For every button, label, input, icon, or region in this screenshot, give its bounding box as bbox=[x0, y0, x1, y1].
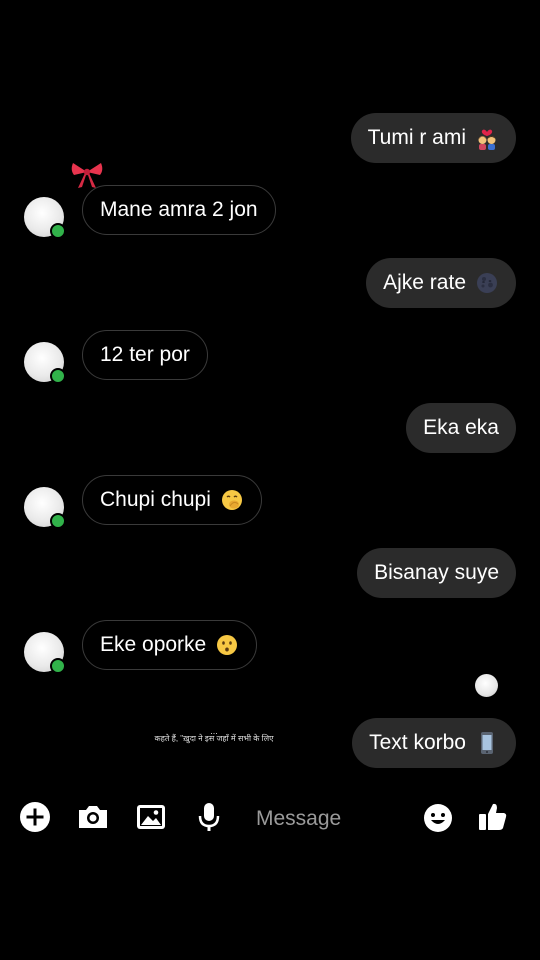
emoji-icon[interactable] bbox=[421, 800, 455, 834]
chat-screen: Tumi r ami Mane amra 2 jon Ajke rate 12 … bbox=[0, 0, 540, 960]
message-text: Ajke rate bbox=[383, 271, 466, 294]
camera-icon[interactable] bbox=[76, 800, 110, 834]
message-bubble-outgoing[interactable]: Tumi r ami bbox=[350, 113, 516, 163]
avatar[interactable] bbox=[24, 342, 66, 384]
online-status-dot bbox=[50, 368, 66, 384]
message-bubble-outgoing[interactable]: Bisanay suye bbox=[357, 548, 516, 598]
message-bubble-incoming[interactable]: 12 ter por bbox=[82, 330, 208, 380]
message-text: Text korbo bbox=[369, 731, 466, 754]
message-text: Eka eka bbox=[423, 416, 499, 439]
mobile-phone-emoji-icon bbox=[475, 731, 499, 755]
message-composer bbox=[0, 790, 540, 846]
message-bubble-incoming[interactable]: Chupi chupi bbox=[82, 475, 262, 525]
watermark-text: ... कहते हैं, "ख़ुदा ने इस जहाँ में सभी … bbox=[146, 727, 282, 744]
message-bubble-outgoing[interactable]: Text korbo bbox=[352, 718, 516, 768]
avatar[interactable] bbox=[24, 632, 66, 674]
couple-with-heart-emoji-icon bbox=[475, 126, 499, 150]
message-text: Chupi chupi bbox=[100, 488, 211, 511]
new-moon-face-emoji-icon bbox=[475, 271, 499, 295]
seen-avatar-indicator bbox=[475, 674, 498, 697]
face-with-hand-over-mouth-emoji-icon bbox=[220, 488, 244, 512]
message-input[interactable] bbox=[256, 804, 406, 834]
online-status-dot bbox=[50, 658, 66, 674]
online-status-dot bbox=[50, 513, 66, 529]
plus-icon[interactable] bbox=[18, 800, 52, 834]
message-text: 12 ter por bbox=[100, 343, 190, 366]
gallery-icon[interactable] bbox=[134, 800, 168, 834]
hushed-face-emoji-icon bbox=[215, 633, 239, 657]
message-text: Eke oporke bbox=[100, 633, 207, 656]
message-bubble-outgoing[interactable]: Eka eka bbox=[406, 403, 516, 453]
message-bubble-outgoing[interactable]: Ajke rate bbox=[366, 258, 516, 308]
online-status-dot bbox=[50, 223, 66, 239]
avatar[interactable] bbox=[24, 487, 66, 529]
message-text: Mane amra 2 jon bbox=[100, 198, 258, 221]
thumbs-up-icon[interactable] bbox=[476, 800, 510, 834]
avatar[interactable] bbox=[24, 197, 66, 239]
microphone-icon[interactable] bbox=[192, 800, 226, 834]
message-bubble-incoming[interactable]: Mane amra 2 jon bbox=[82, 185, 276, 235]
message-text: Tumi r ami bbox=[367, 126, 466, 149]
message-text: Bisanay suye bbox=[374, 561, 499, 584]
message-bubble-incoming[interactable]: Eke oporke bbox=[82, 620, 258, 670]
watermark-line: कहते हैं, "ख़ुदा ने इस जहाँ में सभी के ल… bbox=[154, 734, 274, 743]
